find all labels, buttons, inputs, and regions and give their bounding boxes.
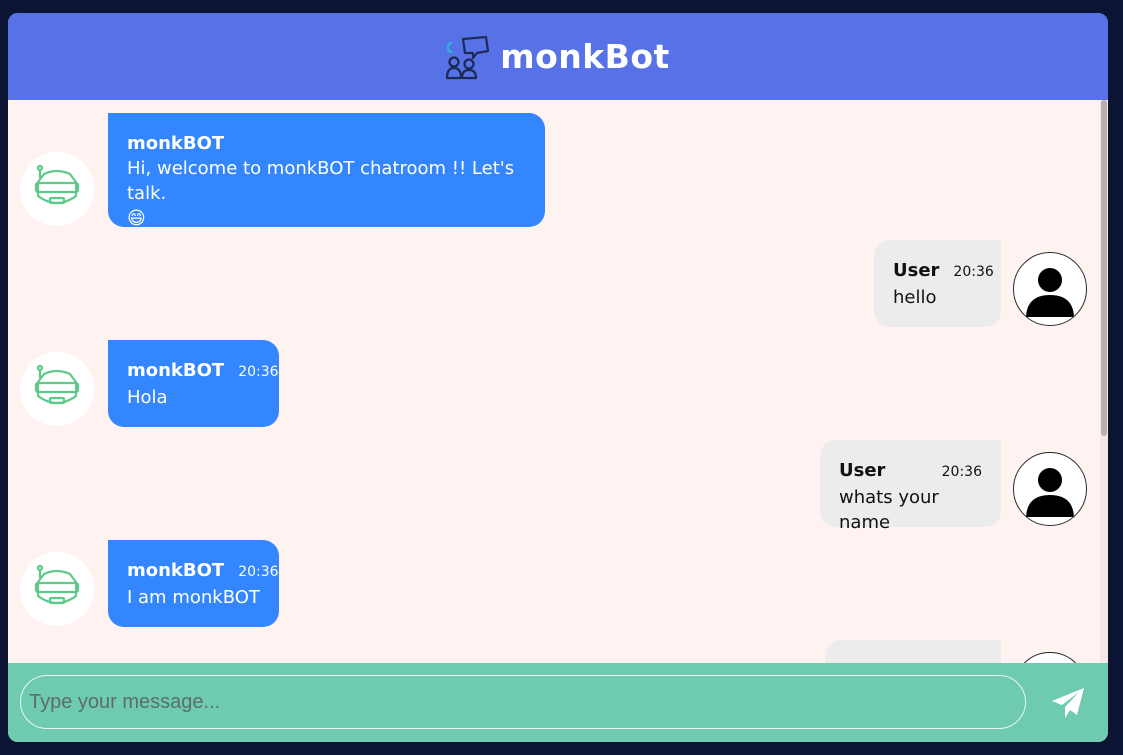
bot-avatar [20, 552, 94, 626]
user-silhouette-icon [1014, 653, 1086, 663]
message-time: 20:36 [238, 364, 279, 380]
message-time: 20:36 [941, 464, 982, 480]
message-time: 20:36 [953, 264, 994, 280]
message-text: I am monkBOT [127, 587, 260, 608]
message-text: Hi, welcome to monkBOT chatroom !! Let's… [127, 156, 526, 231]
sender-name: monkBOT [127, 560, 225, 581]
message-bubble: User 20:36 hello [874, 240, 1001, 327]
message-meta: User 20:36 [839, 458, 982, 485]
message-meta: monkBOT 20:36 [127, 558, 279, 585]
robot-head-icon [34, 364, 80, 405]
message-text-content: Hi, welcome to monkBOT chatroom !! Let's… [127, 158, 515, 204]
user-silhouette-icon [1026, 468, 1074, 517]
page-title: monkBot [500, 37, 670, 76]
chat-app: monkBot monkBOT Hi, welcome to monkBOT c… [8, 13, 1108, 742]
chat-robot-logo-icon [446, 35, 490, 79]
robot-head-icon [34, 164, 80, 205]
chat-header: monkBot [8, 13, 1108, 100]
chat-scrollbar[interactable] [1100, 100, 1108, 663]
message-bubble-partial [825, 640, 1001, 663]
message-bubble: monkBOT Hi, welcome to monkBOT chatroom … [108, 113, 545, 229]
grin-emoji: 😄 [127, 208, 146, 229]
user-avatar [1013, 252, 1087, 326]
sender-name: monkBOT [127, 360, 225, 381]
message-composer [8, 663, 1108, 742]
user-avatar [1013, 452, 1087, 526]
sender-name: monkBOT [127, 133, 225, 154]
bot-avatar [20, 152, 94, 226]
scrollbar-thumb[interactable] [1101, 100, 1107, 436]
message-meta: User 20:36 [893, 258, 994, 285]
message-bubble: User 20:36 whats your name [820, 440, 1001, 533]
message-input[interactable] [20, 675, 1026, 729]
user-avatar [1013, 652, 1087, 663]
message-bubble: monkBOT 20:36 I am monkBOT [108, 540, 279, 627]
message-text: whats your name [839, 487, 939, 533]
message-bubble: monkBOT 20:36 Hola [108, 340, 279, 427]
message-time: 20:36 [238, 564, 279, 580]
message-list[interactable]: monkBOT Hi, welcome to monkBOT chatroom … [8, 100, 1108, 663]
send-button[interactable] [1048, 683, 1088, 723]
message-text: hello [893, 287, 937, 308]
message-meta: monkBOT 20:36 [127, 358, 279, 385]
message-meta: monkBOT [127, 131, 526, 156]
message-text: Hola [127, 387, 168, 408]
robot-head-icon [34, 564, 80, 605]
user-silhouette-icon [1026, 268, 1074, 317]
paper-plane-icon [1052, 688, 1084, 718]
bot-avatar [20, 352, 94, 426]
sender-name: User [839, 460, 886, 481]
sender-name: User [893, 260, 940, 281]
